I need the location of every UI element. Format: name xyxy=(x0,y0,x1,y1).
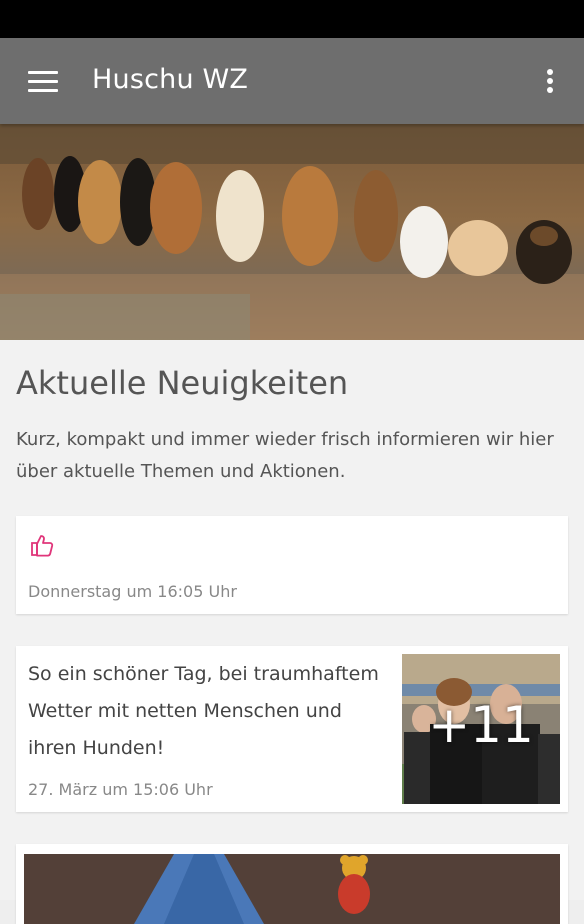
thumbs-up-icon xyxy=(31,535,54,557)
more-vertical-icon[interactable] xyxy=(540,67,560,97)
app-bar: Huschu WZ xyxy=(0,38,584,124)
post-photo-gallery[interactable]: +11 xyxy=(402,654,560,804)
photo-count-overlay: +11 xyxy=(428,696,534,754)
post-card[interactable]: Donnerstag um 16:05 Uhr xyxy=(16,516,568,614)
section-title: Aktuelle Neuigkeiten xyxy=(16,364,349,402)
post-timestamp: 27. März um 15:06 Uhr xyxy=(28,780,213,799)
app-title: Huschu WZ xyxy=(92,64,249,95)
header-dogs-photo xyxy=(0,124,584,340)
hamburger-menu-icon[interactable] xyxy=(28,70,58,92)
post-card[interactable]: So ein schöner Tag, bei traumhaftem Wett… xyxy=(16,646,568,812)
news-section: Aktuelle Neuigkeiten Kurz, kompakt und i… xyxy=(0,340,584,924)
post-timestamp: Donnerstag um 16:05 Uhr xyxy=(28,582,237,601)
post-card[interactable] xyxy=(16,844,568,924)
post-text: So ein schöner Tag, bei traumhaftem Wett… xyxy=(28,663,379,759)
status-bar xyxy=(0,0,584,38)
section-intro: Kurz, kompakt und immer wieder frisch in… xyxy=(16,429,554,482)
post-image xyxy=(24,854,560,924)
